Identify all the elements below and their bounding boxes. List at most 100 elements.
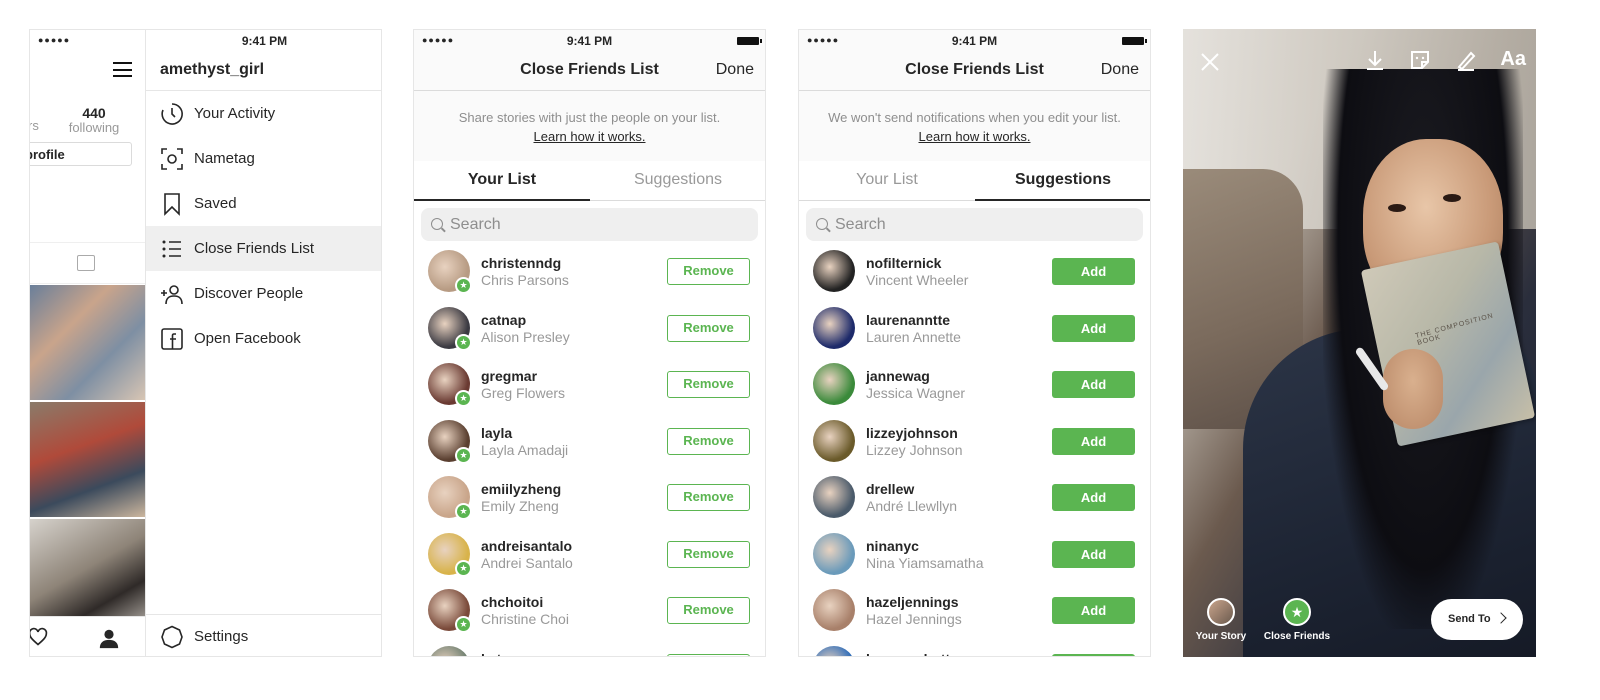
list-item[interactable]: ★ layla Layla Amadaji Remove [414, 419, 765, 476]
profile-photo-2[interactable] [30, 402, 145, 517]
list-item[interactable]: jannewag Jessica Wagner Add [799, 363, 1150, 419]
add-button[interactable]: Add [1052, 597, 1135, 624]
list-item[interactable]: ★ catnap Alison Presley Remove [414, 306, 765, 363]
list-item[interactable]: drellew André Llewllyn Add [799, 476, 1150, 532]
avatar[interactable] [813, 589, 855, 631]
remove-button[interactable]: Remove [667, 597, 750, 624]
list-item[interactable]: laurenschutte Add [799, 645, 1150, 657]
edit-profile-button[interactable]: profile [30, 142, 132, 166]
book-cover-text: THE COMPOSITION BOOK [1414, 312, 1495, 347]
menu-item-discover-people[interactable]: Discover People [146, 271, 381, 316]
list-item[interactable]: hazeljennings Hazel Jennings Add [799, 589, 1150, 645]
list-item[interactable]: lizzeyjohnson Lizzey Johnson Add [799, 419, 1150, 476]
followers-label-partial: rs [30, 118, 39, 133]
drawer-status: 9:41 PM [146, 30, 381, 50]
remove-button[interactable]: Remove [667, 653, 750, 656]
avatar[interactable] [428, 645, 470, 656]
tab-suggestions[interactable]: Suggestions [590, 161, 765, 201]
remove-button[interactable]: Remove [667, 258, 750, 285]
list-item[interactable]: ★ chchoitoi Christine Choi Remove [414, 589, 765, 645]
tab-your-list[interactable]: Your List [799, 161, 975, 201]
add-button[interactable]: Add [1052, 371, 1135, 398]
story-composer-screen: THE COMPOSITION BOOK Aa Your Story ★ Clo… [1183, 29, 1536, 657]
menu-item-nametag[interactable]: Nametag [146, 136, 381, 181]
following-label[interactable]: following [64, 120, 124, 135]
done-button[interactable]: Done [716, 61, 754, 79]
tagged-photos-icon[interactable] [77, 255, 95, 271]
close-friends-label: Close Friends [1263, 631, 1331, 642]
add-button[interactable]: Add [1052, 653, 1135, 656]
username: emiilyzheng [481, 481, 562, 497]
status-time: 9:41 PM [241, 34, 288, 48]
page-title: Close Friends List [905, 61, 1044, 78]
remove-button[interactable]: Remove [667, 427, 750, 455]
draw-pen-icon[interactable] [1455, 49, 1477, 71]
close-friend-star-icon: ★ [455, 616, 472, 633]
full-name: Vincent Wheeler [866, 272, 969, 288]
menu-item-close-friends[interactable]: Close Friends List [146, 226, 381, 271]
profile-photo-1[interactable] [30, 285, 145, 400]
your-story-option[interactable]: Your Story [1183, 598, 1261, 642]
remove-button[interactable]: Remove [667, 314, 750, 342]
add-button[interactable]: Add [1052, 484, 1135, 511]
text-tool-button[interactable]: Aa [1500, 48, 1526, 71]
username: laurenschutte [866, 651, 958, 657]
heart-icon[interactable] [30, 627, 48, 647]
tab-your-list[interactable]: Your List [414, 161, 590, 201]
status-time: 9:41 PM [951, 34, 998, 48]
list-item[interactable]: ninanyc Nina Yiamsamatha Add [799, 532, 1150, 589]
send-to-button[interactable]: Send To [1431, 599, 1523, 640]
menu-item-your-activity[interactable]: Your Activity [146, 91, 381, 136]
avatar[interactable] [813, 363, 855, 405]
profile-tab-icon[interactable] [98, 627, 120, 649]
list-item[interactable]: nofilternick Vincent Wheeler Add [799, 250, 1150, 306]
close-friends-suggestions-screen: ●●●●● 9:41 PM Close Friends List Done We… [798, 29, 1151, 657]
status-bar: ●●●●● 9:41 PM [799, 30, 1150, 50]
avatar[interactable] [813, 250, 855, 292]
learn-more-link[interactable]: Learn how it works. [414, 129, 765, 144]
username: kstang [481, 651, 526, 657]
username: hazeljennings [866, 594, 959, 610]
following-count[interactable]: 440 [64, 105, 124, 121]
close-friend-star-icon: ★ [455, 503, 472, 520]
list-item[interactable]: ★ emiilyzheng Emily Zheng Remove [414, 476, 765, 532]
bottom-tab-bar [30, 616, 145, 656]
list-item[interactable]: ★ gregmar Greg Flowers Remove [414, 363, 765, 419]
tab-suggestions[interactable]: Suggestions [975, 161, 1150, 201]
hamburger-menu-icon[interactable] [113, 62, 132, 77]
close-friend-star-icon: ★ [455, 333, 472, 351]
close-icon[interactable] [1199, 51, 1221, 73]
full-name: Hazel Jennings [866, 611, 962, 627]
search-icon [431, 218, 443, 230]
avatar[interactable] [813, 419, 855, 462]
avatar[interactable] [813, 306, 855, 349]
menu-item-open-facebook[interactable]: Open Facebook [146, 316, 381, 361]
download-icon[interactable] [1364, 49, 1386, 71]
tab-bar: Your List Suggestions [799, 161, 1150, 201]
add-button[interactable]: Add [1052, 314, 1135, 342]
remove-button[interactable]: Remove [667, 371, 750, 398]
list-item[interactable]: ★ christenndg Chris Parsons Remove [414, 250, 765, 306]
sticker-icon[interactable] [1409, 49, 1431, 71]
close-friends-option[interactable]: ★ Close Friends [1257, 598, 1337, 642]
username: gregmar [481, 368, 538, 384]
menu-item-saved[interactable]: Saved [146, 181, 381, 226]
username: jannewag [866, 368, 930, 384]
list-item[interactable]: laurenanntte Lauren Annette Add [799, 306, 1150, 363]
avatar[interactable] [813, 532, 855, 575]
add-button[interactable]: Add [1052, 258, 1135, 285]
list-item[interactable]: ★ andreisantalo Andrei Santalo Remove [414, 532, 765, 589]
remove-button[interactable]: Remove [667, 484, 750, 511]
learn-more-link[interactable]: Learn how it works. [799, 129, 1150, 144]
settings-item[interactable]: Settings [146, 614, 381, 656]
done-button[interactable]: Done [1101, 61, 1139, 79]
signal-icon: ●●●●● [38, 35, 71, 45]
list-item[interactable]: ★kstangRemove [414, 645, 765, 657]
avatar[interactable] [813, 645, 855, 656]
search-input[interactable]: Search [806, 208, 1143, 241]
search-input[interactable]: Search [421, 208, 758, 241]
remove-button[interactable]: Remove [667, 540, 750, 568]
add-button[interactable]: Add [1052, 540, 1135, 568]
add-button[interactable]: Add [1052, 427, 1135, 455]
avatar[interactable] [813, 476, 855, 518]
